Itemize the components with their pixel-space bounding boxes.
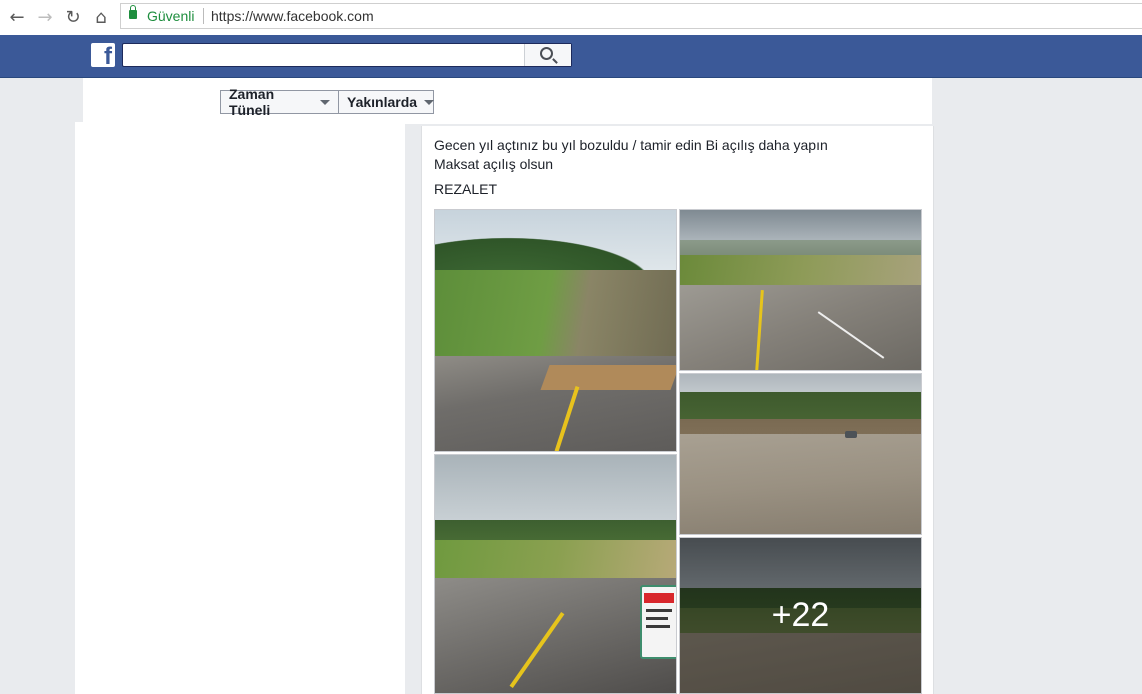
reload-icon[interactable]: ↻ <box>62 6 84 28</box>
post-photo-2[interactable] <box>679 209 922 371</box>
post-card: Gecen yıl açtınız bu yıl bozuldu / tamir… <box>421 126 934 694</box>
search-icon <box>539 46 553 60</box>
facebook-logo-icon[interactable]: f <box>91 43 115 70</box>
url-text[interactable]: https://www.facebook.com <box>211 8 374 24</box>
timeline-button[interactable]: Zaman Tüneli <box>220 86 339 118</box>
back-arrow-icon[interactable]: ← <box>6 6 28 28</box>
more-photos-overlay[interactable]: +22 <box>680 538 921 693</box>
forward-arrow-icon[interactable]: → <box>34 6 56 28</box>
nearby-button[interactable]: Yakınlarda <box>338 90 435 114</box>
post-photo-4[interactable] <box>434 454 677 694</box>
secure-label: Güvenli <box>147 8 195 24</box>
timeline-header <box>83 78 932 124</box>
post-text-line-2: Maksat açılış olsun <box>434 156 554 172</box>
search-input[interactable] <box>122 43 572 67</box>
lock-icon <box>129 5 137 19</box>
post-photo-5[interactable]: +22 <box>679 537 922 694</box>
left-column <box>75 122 405 694</box>
chevron-down-icon <box>320 99 330 105</box>
facebook-header: f <box>0 35 1142 78</box>
browser-toolbar: ← → ↻ ⌂ Güvenli https://www.facebook.com <box>0 0 1142 36</box>
home-icon[interactable]: ⌂ <box>90 6 112 28</box>
timeline-label: Zaman Tüneli <box>229 86 275 118</box>
post-photo-1[interactable] <box>434 209 677 452</box>
address-separator <box>203 8 204 24</box>
search-button[interactable] <box>524 44 571 66</box>
logo-letter: f <box>104 43 112 70</box>
post-photo-3[interactable] <box>679 373 922 535</box>
post-text-line-1: Gecen yıl açtınız bu yıl bozuldu / tamir… <box>434 137 828 153</box>
address-bar[interactable]: Güvenli https://www.facebook.com <box>120 3 1142 29</box>
chevron-down-icon <box>424 99 435 105</box>
post-text-line-3: REZALET <box>434 181 498 197</box>
nearby-label: Yakınlarda <box>347 94 418 110</box>
